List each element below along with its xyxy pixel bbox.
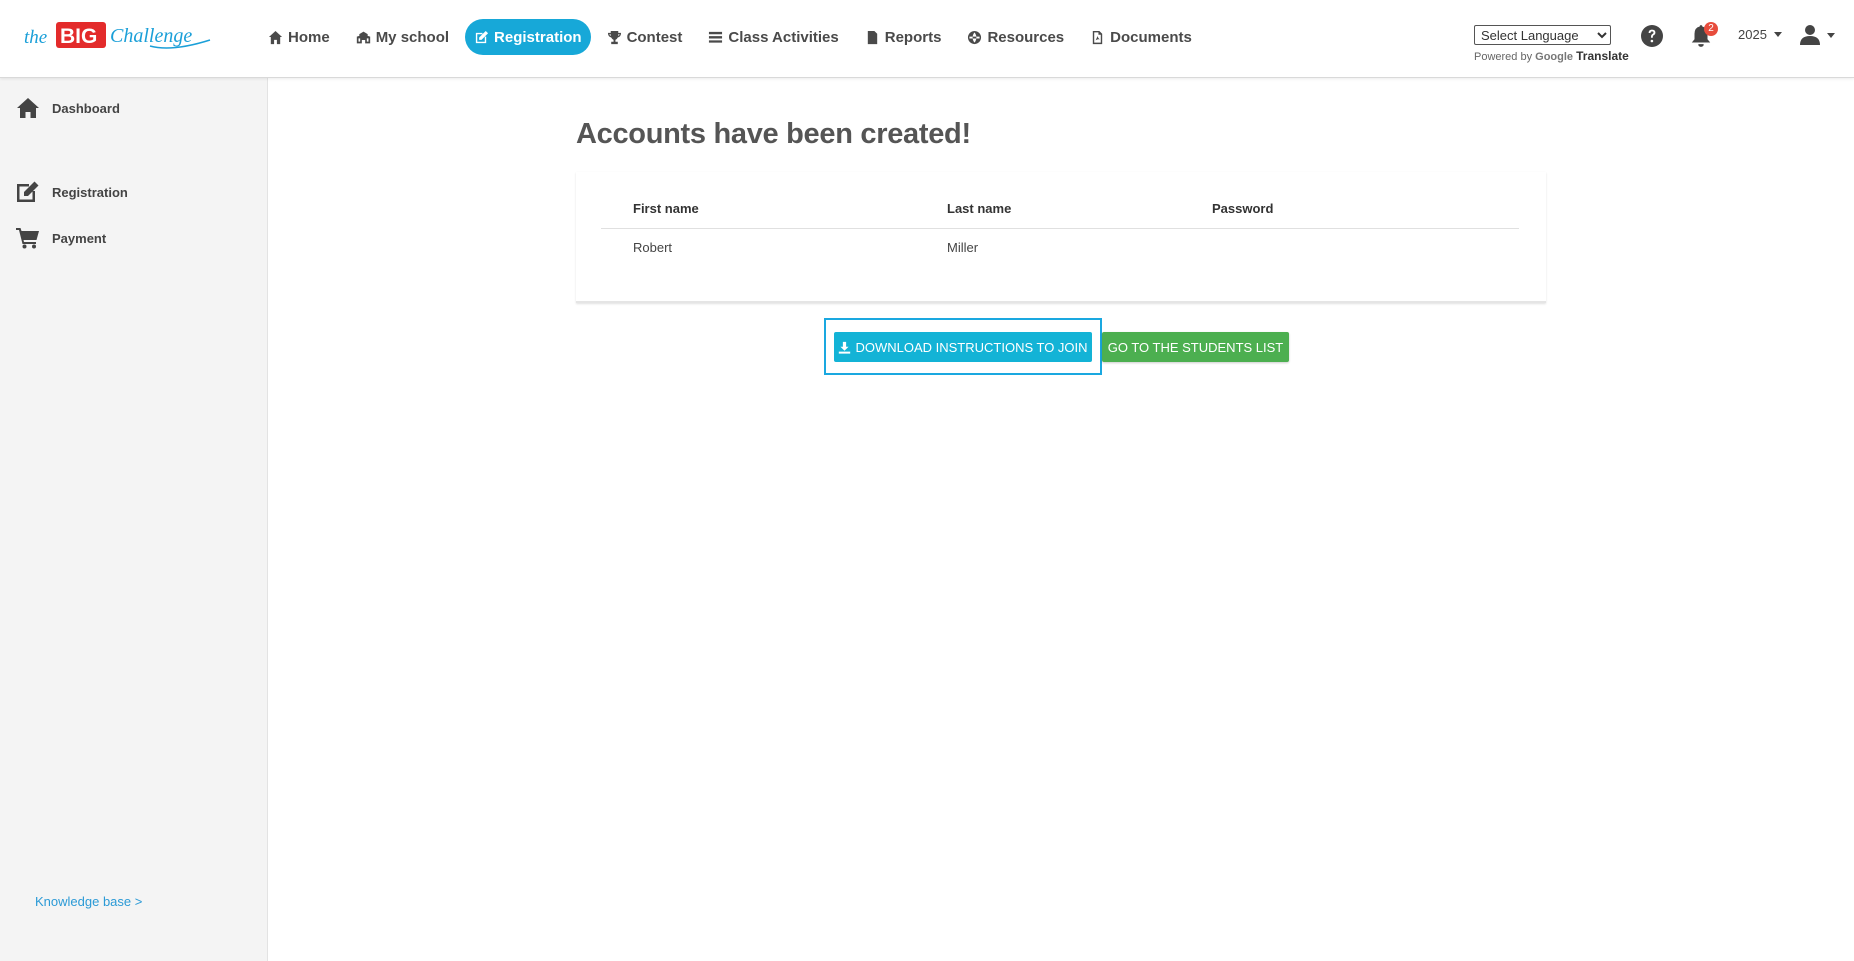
powered-by-text: Powered by [1474, 51, 1533, 63]
list-icon [709, 31, 723, 43]
students-list-button[interactable]: GO TO THE STUDENTS LIST [1102, 332, 1289, 362]
home-icon [17, 98, 39, 118]
download-icon [839, 341, 851, 354]
top-navbar: the BIG Challenge Home My school Registr… [0, 0, 1854, 78]
nav-contest[interactable]: Contest [597, 19, 693, 55]
user-menu[interactable] [1800, 24, 1835, 46]
big-challenge-logo[interactable]: the BIG Challenge [22, 16, 212, 54]
translate-link[interactable]: Translate [1576, 49, 1629, 63]
nav-reports-label: Reports [884, 28, 942, 46]
nav-reports[interactable]: Reports [855, 19, 952, 55]
nav-registration-label: Registration [494, 28, 582, 46]
sidebar-item-label: Dashboard [52, 100, 120, 116]
nav-documents[interactable]: Documents [1080, 19, 1202, 55]
sidebar: Dashboard Registration Payment Knowledge… [0, 78, 268, 961]
question-circle-icon [1641, 25, 1663, 47]
sidebar-item-registration[interactable]: Registration [16, 181, 128, 203]
column-header-first-name: First name [601, 190, 915, 229]
notifications-badge: 2 [1704, 22, 1718, 36]
user-icon [1800, 25, 1820, 45]
accounts-card: First name Last name Password Robert Mil… [576, 172, 1546, 303]
download-button-label: DOWNLOAD INSTRUCTIONS TO JOIN [855, 339, 1088, 355]
accounts-table: First name Last name Password Robert Mil… [601, 190, 1519, 267]
globe-icon [968, 30, 982, 44]
cell-first-name: Robert [633, 240, 673, 256]
sidebar-item-label: Payment [52, 230, 107, 246]
year-label: 2025 [1738, 27, 1767, 42]
nav-my-school[interactable]: My school [346, 19, 459, 55]
nav-class-activities[interactable]: Class Activities [698, 19, 848, 55]
google-wordmark: Google [1535, 51, 1574, 63]
cell-last-name: Miller [947, 240, 979, 256]
svg-text:BIG: BIG [60, 25, 97, 48]
caret-down-icon [1773, 32, 1782, 37]
nav-documents-label: Documents [1110, 28, 1192, 46]
sidebar-item-label: Registration [52, 184, 128, 200]
sidebar-item-payment[interactable]: Payment [16, 227, 106, 249]
caret-down-icon [1827, 32, 1835, 38]
main-content: Accounts have been created! First name L… [268, 78, 1854, 961]
school-icon [356, 31, 370, 43]
students-button-label: GO TO THE STUDENTS LIST [1107, 339, 1284, 355]
sidebar-item-dashboard[interactable]: Dashboard [16, 97, 120, 119]
nav-registration[interactable]: Registration [465, 19, 591, 55]
column-header-last-name: Last name [915, 190, 1180, 229]
cart-icon [16, 228, 39, 249]
knowledge-base-link[interactable]: Knowledge base > [35, 894, 142, 909]
nav-resources[interactable]: Resources [957, 19, 1074, 55]
trophy-icon [607, 30, 621, 44]
edit-icon [475, 30, 489, 43]
nav-resources-label: Resources [987, 28, 1065, 46]
powered-by-google: Powered by Google Translate [1474, 49, 1629, 63]
nav-contest-label: Contest [626, 28, 683, 46]
page-title: Accounts have been created! [576, 118, 971, 150]
column-header-password: Password [1180, 190, 1519, 229]
language-select[interactable]: Select Language [1474, 25, 1611, 45]
download-instructions-button[interactable]: DOWNLOAD INSTRUCTIONS TO JOIN [834, 332, 1092, 362]
nav-home-label: Home [288, 28, 330, 46]
home-icon [268, 30, 283, 44]
cell-password [1180, 228, 1519, 267]
document-icon [867, 30, 877, 44]
main-nav: Home My school Registration Contest Clas… [258, 19, 1208, 55]
help-button[interactable] [1640, 24, 1664, 48]
year-dropdown[interactable]: 2025 [1738, 27, 1782, 42]
nav-home[interactable]: Home [258, 19, 340, 55]
nav-class-activities-label: Class Activities [728, 28, 839, 46]
svg-text:the: the [24, 27, 47, 48]
table-header-row: First name Last name Password [601, 190, 1519, 229]
edit-icon [17, 181, 39, 202]
table-row: Robert Miller [601, 228, 1519, 267]
svg-text:Challenge: Challenge [110, 25, 192, 47]
nav-my-school-label: My school [375, 28, 450, 46]
google-translate: Select Language Powered by Google Transl… [1474, 25, 1629, 63]
pdf-icon [1092, 30, 1103, 44]
